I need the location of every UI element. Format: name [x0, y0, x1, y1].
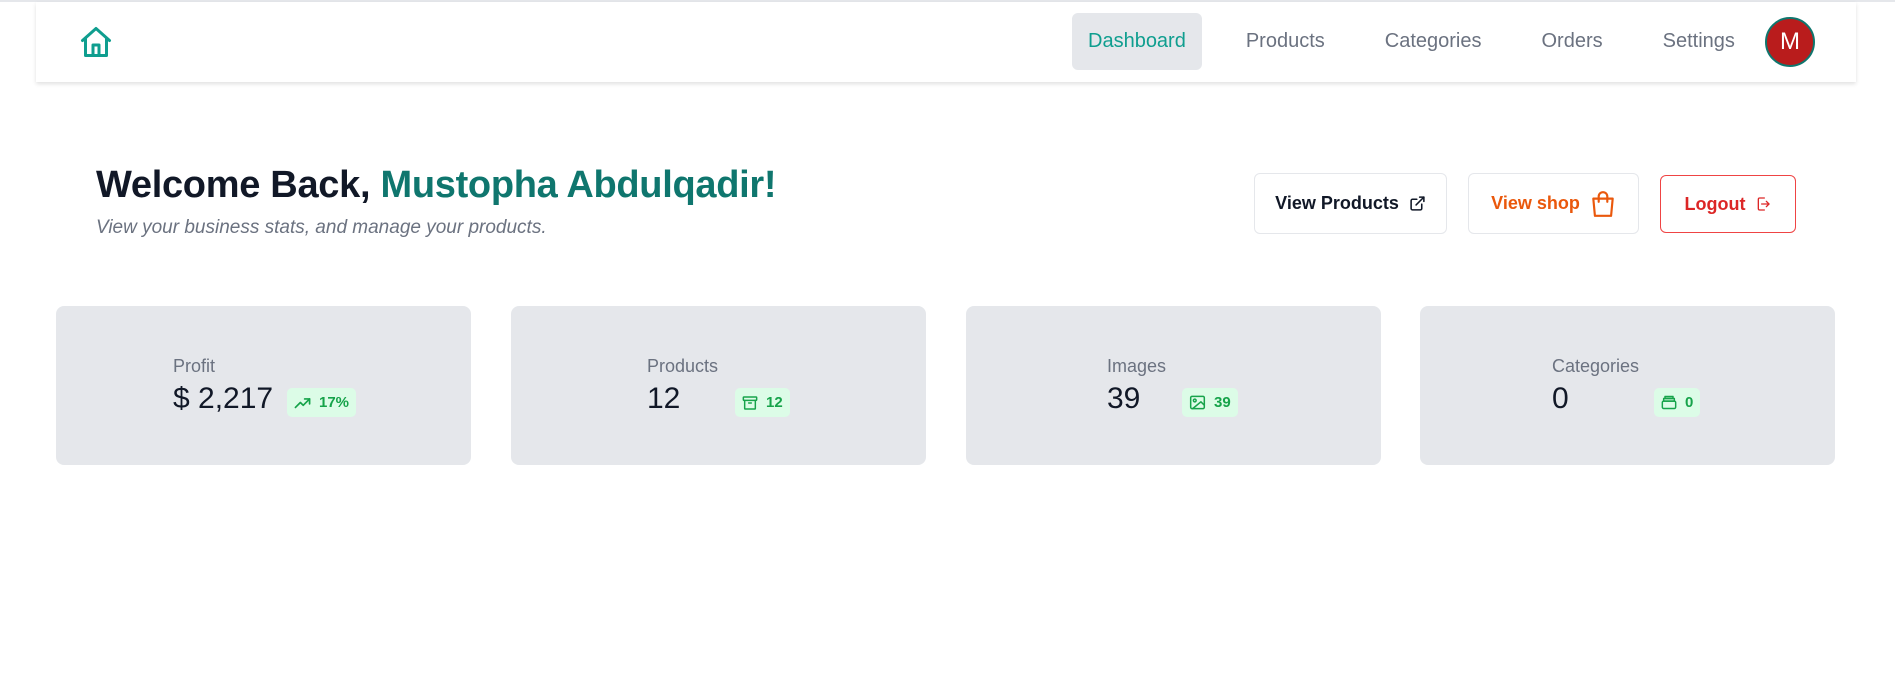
image-icon	[1189, 395, 1206, 410]
nav-dashboard[interactable]: Dashboard	[1072, 13, 1202, 70]
nav-settings[interactable]: Settings	[1647, 13, 1751, 70]
stat-badge-value: 12	[766, 394, 783, 411]
folder-icon	[1661, 395, 1677, 410]
stat-badge: 39	[1182, 388, 1238, 417]
view-shop-label: View shop	[1491, 193, 1580, 213]
stat-badge-value: 17%	[319, 394, 350, 411]
greeting-text: Welcome Back,	[96, 164, 381, 206]
logout-button[interactable]: Logout	[1660, 175, 1796, 233]
action-buttons: View Products View shop Logout	[1254, 173, 1796, 234]
stat-value: $ 2,217	[173, 382, 274, 415]
stat-badge: 17%	[287, 388, 357, 417]
avatar[interactable]: M	[1765, 17, 1815, 67]
stat-card-products: Products 12 12	[511, 306, 926, 465]
stat-label: Images	[1107, 356, 1167, 376]
archive-icon	[742, 395, 758, 410]
stat-value: 12	[647, 382, 681, 415]
view-shop-button[interactable]: View shop	[1468, 173, 1639, 234]
stat-value: 39	[1107, 382, 1141, 415]
page-subtitle: View your business stats, and manage you…	[96, 217, 547, 238]
stat-card-categories: Categories 0 0	[1420, 306, 1835, 465]
stat-card-profit: Profit $ 2,217 17%	[56, 306, 471, 465]
nav-categories[interactable]: Categories	[1369, 13, 1498, 70]
page-title: Welcome Back, Mustopha Abdulqadir!	[96, 164, 777, 207]
view-products-button[interactable]: View Products	[1254, 173, 1447, 234]
logout-label: Logout	[1684, 193, 1746, 214]
nav-orders[interactable]: Orders	[1526, 13, 1619, 70]
stat-card-images: Images 39 39	[966, 306, 1381, 465]
stat-badge-value: 0	[1685, 394, 1694, 411]
stat-badge-value: 39	[1214, 394, 1231, 411]
stat-label: Products	[647, 356, 719, 376]
navbar: Dashboard Products Categories Orders Set…	[36, 2, 1856, 82]
home-icon[interactable]	[78, 24, 114, 60]
stat-badge: 12	[735, 388, 790, 417]
user-name: Mustopha Abdulqadir!	[380, 164, 777, 206]
view-products-label: View Products	[1275, 193, 1399, 213]
trending-up-icon	[294, 398, 311, 409]
stat-label: Categories	[1552, 356, 1640, 376]
stat-badge: 0	[1654, 388, 1701, 417]
nav-products[interactable]: Products	[1230, 13, 1341, 70]
stat-label: Profit	[173, 356, 216, 376]
main-nav: Dashboard Products Categories Orders Set…	[1072, 13, 1779, 70]
shopping-bag-icon	[1592, 190, 1614, 217]
logout-icon	[1758, 197, 1771, 211]
stat-value: 0	[1552, 382, 1569, 415]
external-link-icon	[1410, 196, 1425, 211]
welcome-section: Welcome Back, Mustopha Abdulqadir! View …	[96, 164, 777, 239]
